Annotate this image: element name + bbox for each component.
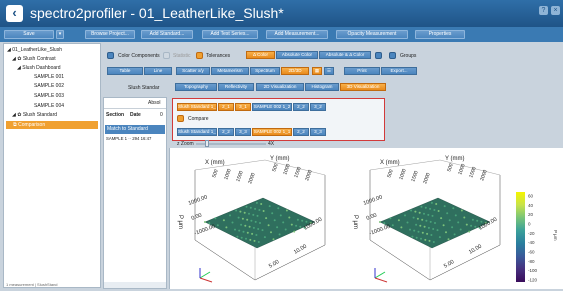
legend-gradient-bar <box>516 192 525 282</box>
legend-colorbar: 60 40 20 0 -20 -40 -60 -80 -100 -120 P μm <box>516 192 558 283</box>
legend-tick-label: -20 <box>528 231 535 236</box>
legend-tick-label: 20 <box>528 212 534 217</box>
legend-tick-label: 0 <box>528 222 531 227</box>
legend-tick-label: 40 <box>528 203 534 208</box>
legend-unit-label: P μm <box>553 230 558 241</box>
legend-tick-label: -100 <box>528 268 538 273</box>
legend-tick-label: -80 <box>528 259 535 264</box>
legend-tick-label: -120 <box>528 278 538 283</box>
legend-tick-label: -40 <box>528 240 535 245</box>
legend-tick-label: 60 <box>528 194 534 199</box>
legend-tick-label: -60 <box>528 250 535 255</box>
